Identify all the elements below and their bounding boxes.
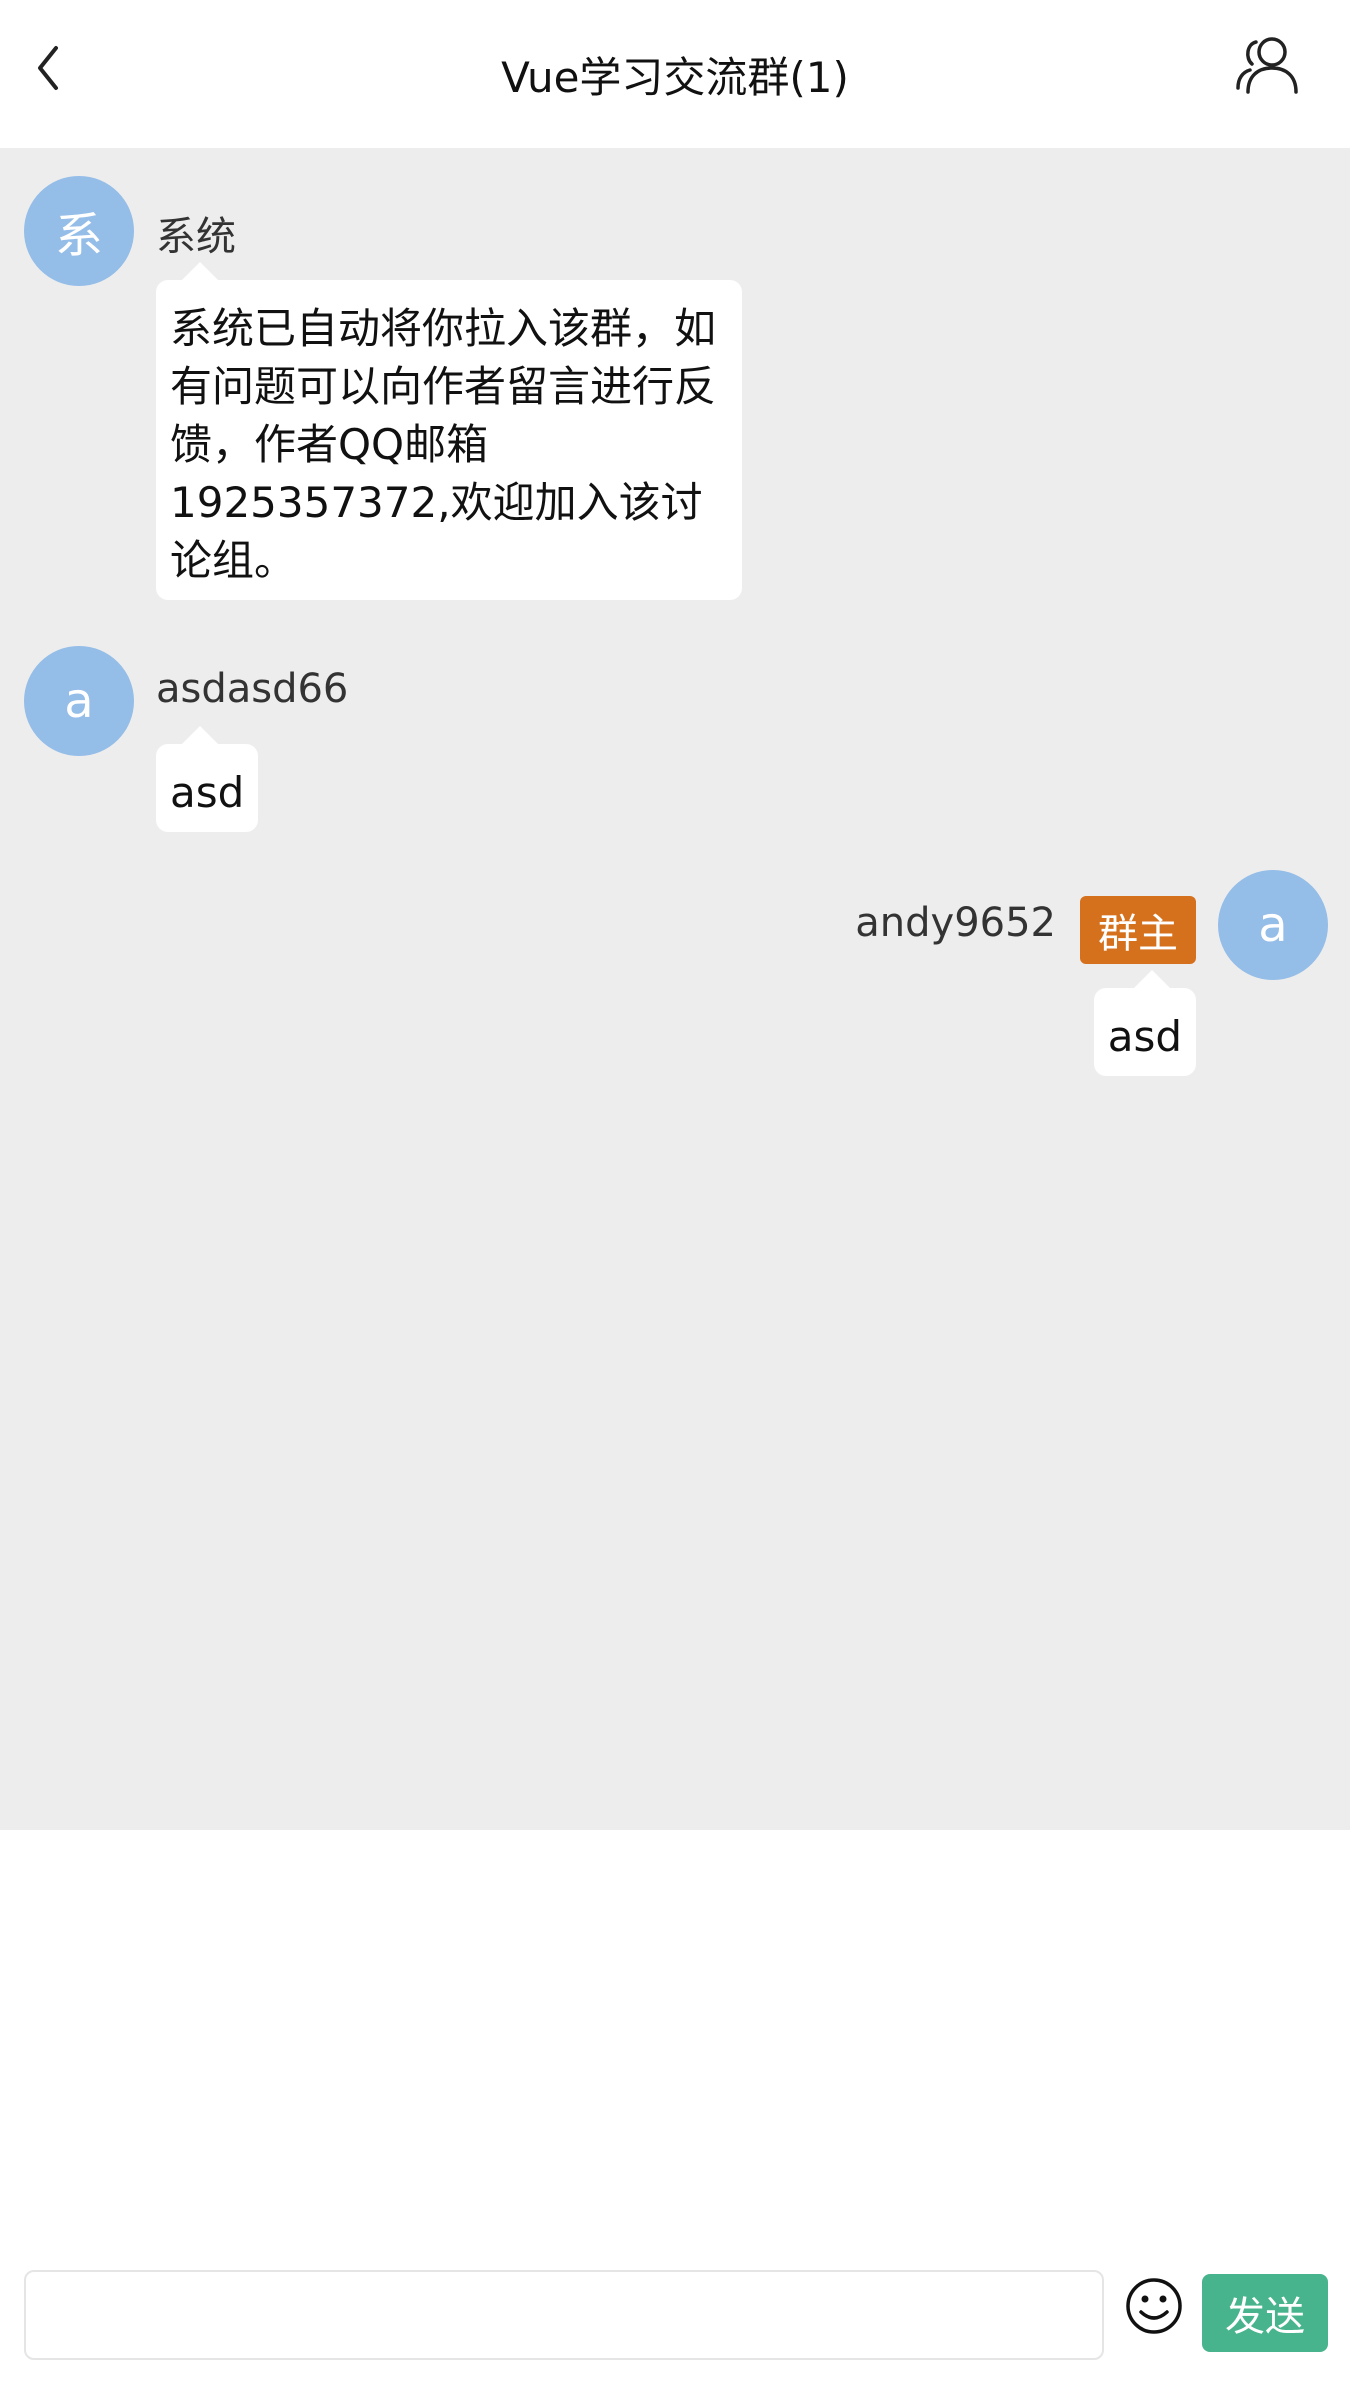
avatar[interactable]: a bbox=[24, 646, 134, 756]
chat-app: Vue学习交流群(1) 系 系统 系统已自动将你拉入该群，如有问题可以向作者留言… bbox=[0, 0, 1350, 2400]
avatar-initial: 系 bbox=[54, 208, 103, 264]
sender-name: andy9652 bbox=[855, 900, 1056, 946]
avatar[interactable]: a bbox=[1218, 870, 1328, 980]
group-owner-badge: 群主 bbox=[1080, 896, 1196, 964]
message-bubble: asd bbox=[156, 726, 259, 832]
page-title: Vue学习交流群(1) bbox=[501, 53, 849, 102]
message-bubble: 系统已自动将你拉入该群，如有问题可以向作者留言进行反馈，作者QQ邮箱192535… bbox=[156, 262, 742, 600]
smiley-icon bbox=[1126, 2278, 1182, 2334]
chat-message-area[interactable]: 系 系统 系统已自动将你拉入该群，如有问题可以向作者留言进行反馈，作者QQ邮箱1… bbox=[0, 148, 1350, 1830]
message-text: asd bbox=[1107, 1012, 1182, 1061]
emoji-button[interactable] bbox=[1124, 2276, 1184, 2336]
avatar-initial: a bbox=[1258, 897, 1288, 953]
message-text: asd bbox=[170, 768, 245, 817]
header: Vue学习交流群(1) bbox=[0, 0, 1350, 148]
avatar-initial: a bbox=[64, 673, 94, 729]
message-input[interactable] bbox=[24, 2270, 1104, 2360]
send-button[interactable]: 发送 bbox=[1202, 2274, 1328, 2352]
input-bar: 发送 bbox=[0, 1830, 1350, 2400]
message-bubble: asd bbox=[1093, 970, 1196, 1076]
message-text: 系统已自动将你拉入该群，如有问题可以向作者留言进行反馈，作者QQ邮箱192535… bbox=[170, 304, 717, 585]
sender-name: 系统 bbox=[156, 214, 236, 260]
group-users-icon bbox=[1236, 37, 1298, 94]
sender-name: asdasd66 bbox=[156, 666, 349, 712]
avatar[interactable]: 系 bbox=[24, 176, 134, 286]
group-members-button[interactable] bbox=[1234, 32, 1300, 98]
